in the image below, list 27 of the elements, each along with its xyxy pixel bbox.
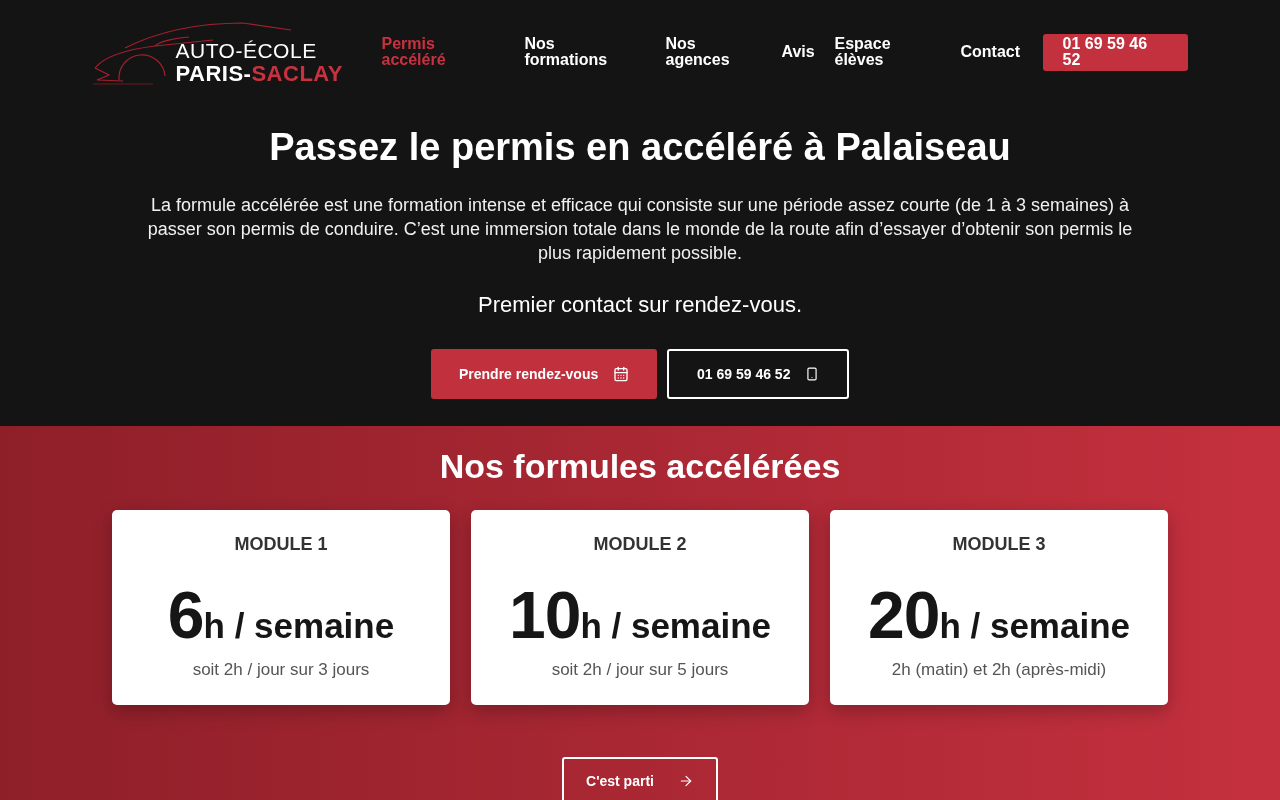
page-title: Passez le permis en accéléré à Palaiseau: [269, 125, 1011, 170]
calendar-icon: [613, 366, 629, 382]
logo-accent-text: SACLAY: [251, 63, 343, 85]
weekly-hours-text: 10h / semaine: [508, 580, 772, 650]
weekly-hours-text: 20h / semaine: [867, 580, 1131, 650]
logo-text: PARIS-: [175, 63, 252, 85]
module-name: MODULE 3: [952, 533, 1046, 556]
cta-button[interactable]: C'est parti: [562, 757, 718, 800]
module-detail: soit 2h / jour sur 3 jours: [192, 659, 370, 681]
phone-icon: [805, 367, 819, 381]
section-title: Nos formules accélérées: [439, 446, 841, 486]
weekly-hours-text: 6h / semaine: [167, 580, 395, 650]
module-name: MODULE 1: [234, 533, 328, 556]
description-text: La formule accélérée est une formation intense et efficace qui consiste sur une période assez courte (de 1 à 3 semaines) à passer son permis de conduire. C’est une immersion totale dans le monde de la route afin d’essayer d’obtenir son permis le plus rapidement possible.: [146, 194, 1134, 265]
phone-button[interactable]: 01 69 59 46 52: [1042, 33, 1188, 71]
nav-link[interactable]: Nos agences: [665, 36, 746, 68]
appointment-button[interactable]: Prendre rendez-vous: [431, 349, 657, 399]
logo-text: AUTO-ÉCOLE: [175, 40, 318, 61]
nav-link[interactable]: Nos formations: [524, 36, 620, 68]
module-name: MODULE 2: [593, 533, 687, 556]
module-detail: soit 2h / jour sur 5 jours: [551, 659, 729, 681]
subtitle-text: Premier contact sur rendez-vous.: [478, 291, 802, 319]
nav-link[interactable]: Espace élèves: [834, 36, 905, 68]
phone-button[interactable]: 01 69 59 46 52: [667, 349, 849, 399]
nav-link[interactable]: Avis: [781, 44, 815, 60]
module-detail: 2h (matin) et 2h (après-midi): [891, 659, 1107, 681]
nav-link[interactable]: Contact: [960, 44, 1021, 60]
